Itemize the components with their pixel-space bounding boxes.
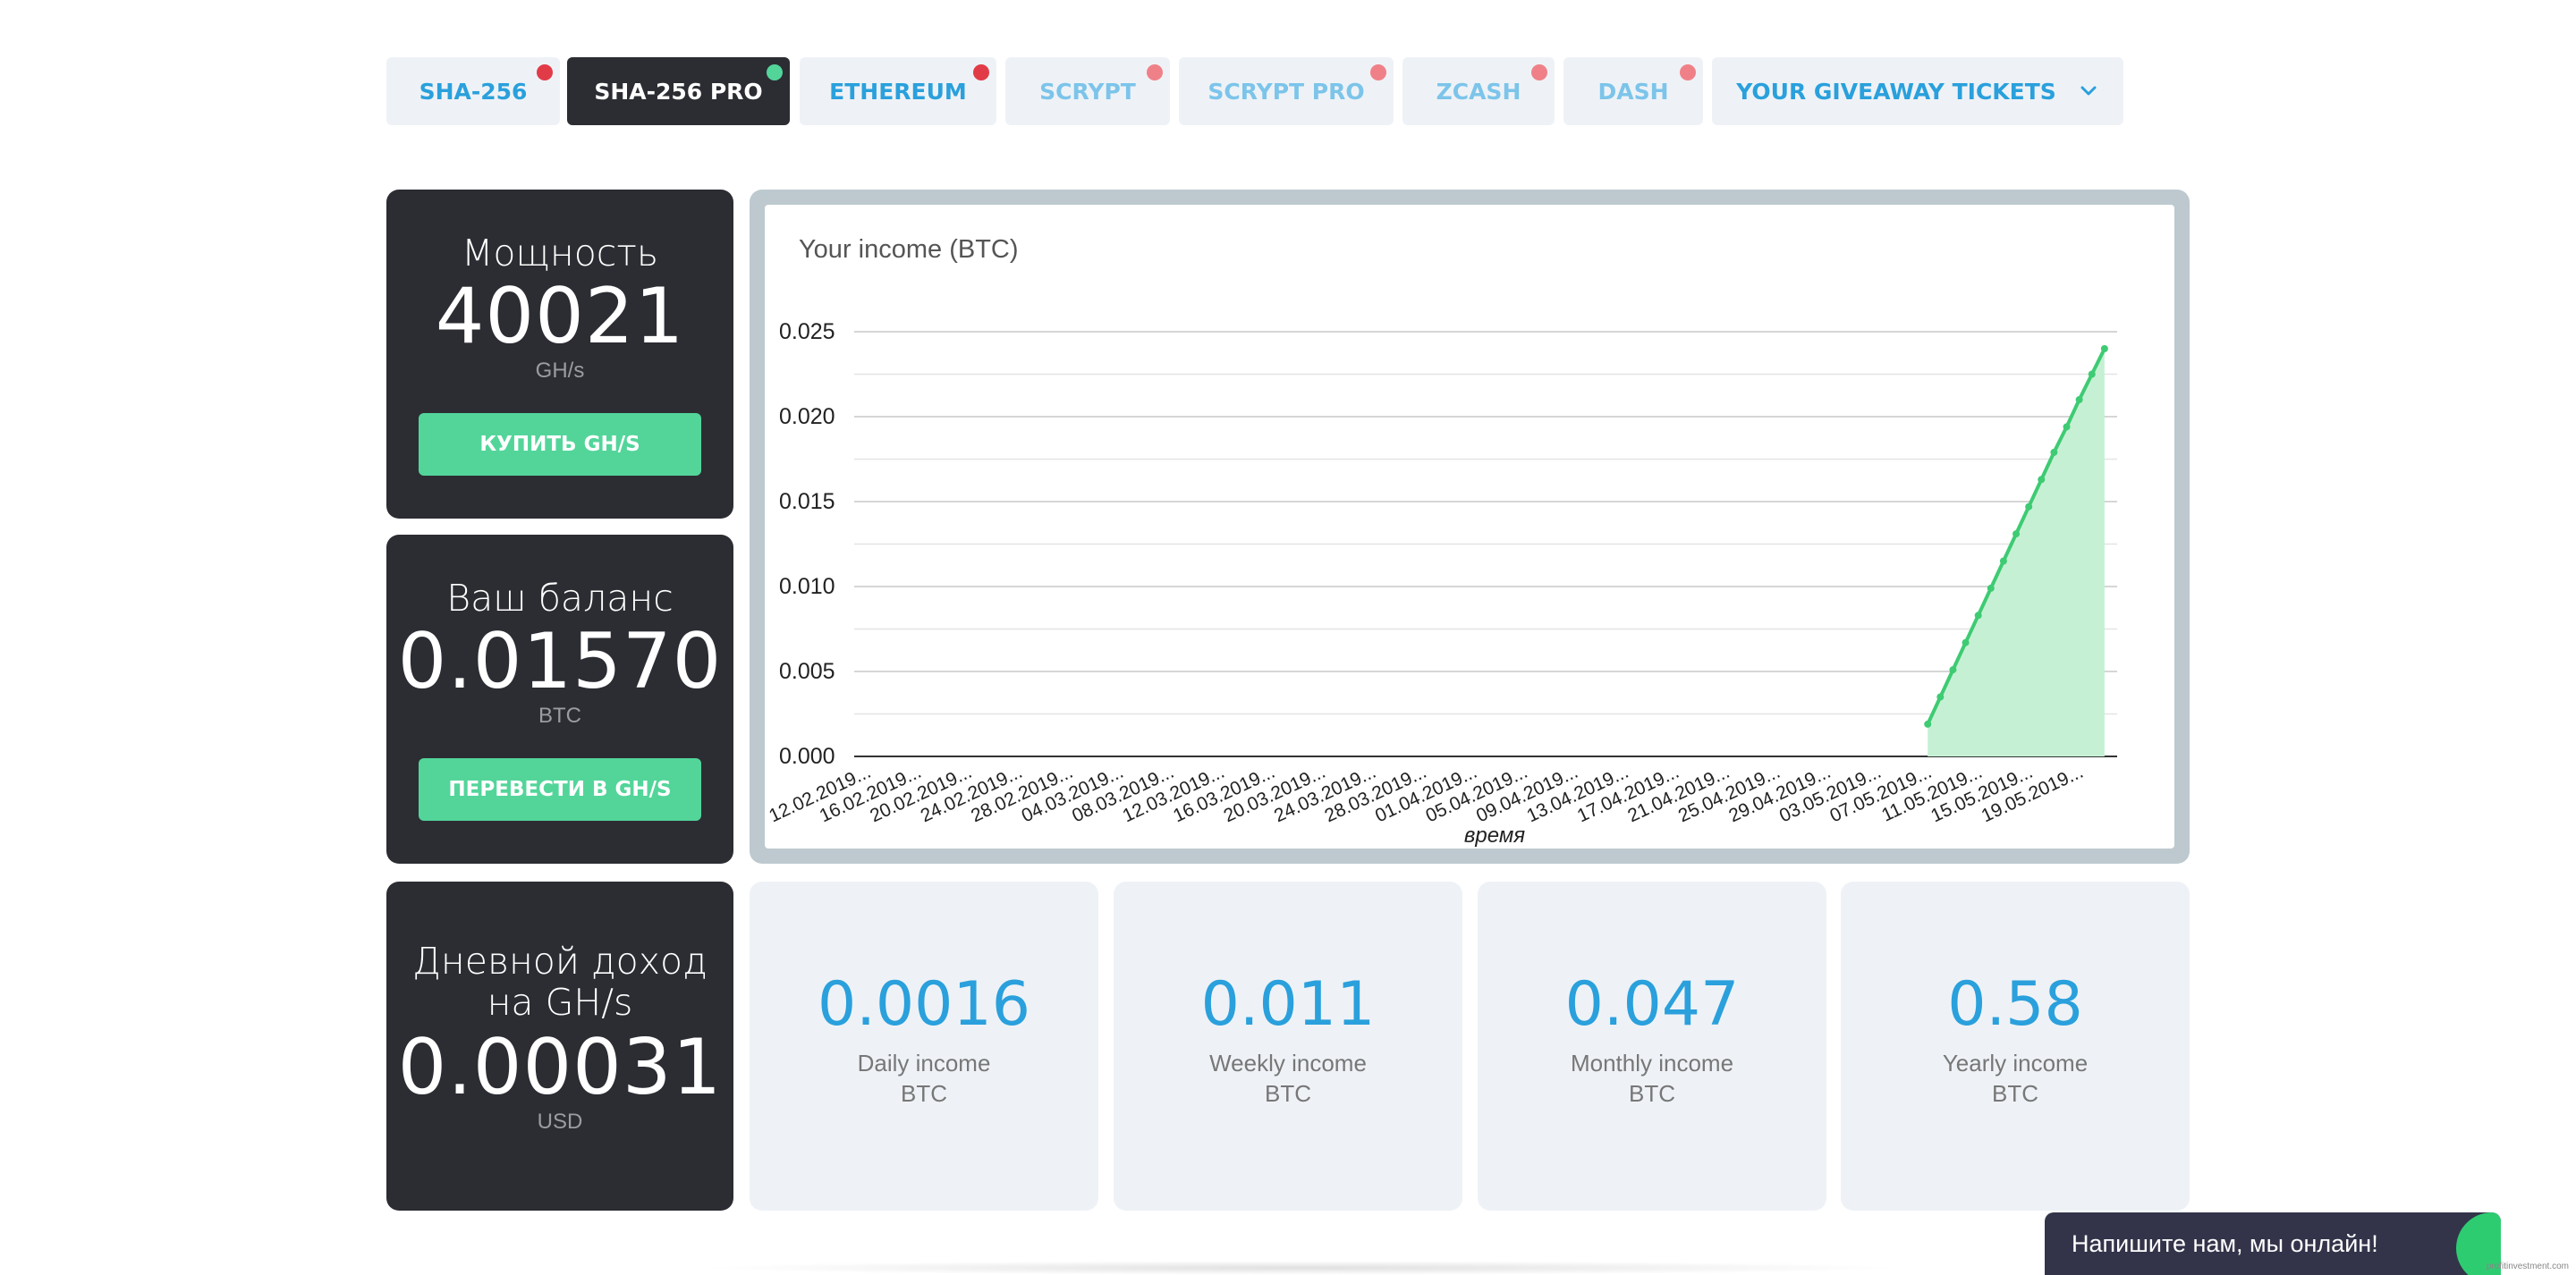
balance-card: Ваш баланс 0.01570 BTC ПЕРЕВЕСТИ В GH/S	[386, 535, 733, 864]
tab-label: ETHEREUM	[829, 78, 967, 105]
monthly-income-unit: BTC	[1629, 1080, 1675, 1107]
weekly-income-value: 0.011	[1200, 969, 1376, 1040]
tab-label: ZCASH	[1436, 78, 1521, 105]
status-dot-icon	[1147, 64, 1163, 80]
tab-ethereum[interactable]: ETHEREUM	[800, 57, 996, 125]
data-point	[1924, 720, 1932, 728]
data-point	[2050, 448, 2058, 456]
data-point	[1949, 666, 1957, 674]
daily-income-card: 0.0016 Daily income BTC	[750, 882, 1098, 1211]
watermark: profitinvestment.com	[2486, 1262, 2569, 1271]
tab-label: YOUR GIVEAWAY TICKETS	[1736, 78, 2056, 105]
chat-prompt-text: Напишите нам, мы онлайн!	[2072, 1229, 2378, 1257]
daily-income-label: Daily income	[857, 1050, 991, 1077]
data-point	[2063, 423, 2071, 431]
yearly-income-card: 0.58 Yearly income BTC	[1841, 882, 2190, 1211]
status-dot-icon	[1531, 64, 1547, 80]
data-point	[1974, 612, 1982, 620]
daily-income-value: 0.0016	[818, 969, 1030, 1040]
monthly-income-label: Monthly income	[1570, 1050, 1734, 1077]
status-dot-icon	[767, 64, 783, 80]
data-point	[2038, 476, 2046, 484]
yearly-income-label: Yearly income	[1942, 1050, 2089, 1077]
tab-label: SHA-256 PRO	[594, 78, 763, 105]
balance-unit: BTC	[538, 704, 581, 728]
y-tick-label: 0.005	[779, 659, 835, 684]
daily-income-per-ghs-card: Дневной доход на GH/s 0.00031 USD	[386, 882, 733, 1211]
tab-scrypt-pro[interactable]: SCRYPT PRO	[1179, 57, 1394, 125]
buy-ghs-button[interactable]: КУПИТЬ GH/S	[419, 413, 701, 476]
income-chart-frame: Your income (BTC) 0.000 0.005 0.010 0.015 0.…	[750, 190, 2190, 864]
daily-per-ghs-label-line2: на GH/s	[487, 981, 633, 1024]
data-point	[1962, 638, 1970, 646]
weekly-income-label: Weekly income	[1209, 1050, 1367, 1077]
power-card: Мощность 40021 GH/s КУПИТЬ GH/S	[386, 190, 733, 519]
status-dot-icon	[1680, 64, 1696, 80]
data-point	[2100, 345, 2108, 352]
tab-label: DASH	[1597, 78, 1669, 105]
daily-per-ghs-value: 0.00031	[397, 1023, 723, 1112]
power-value: 40021	[435, 272, 685, 361]
daily-per-ghs-unit: USD	[537, 1110, 583, 1134]
yearly-income-value: 0.58	[1947, 969, 2083, 1040]
data-point	[1987, 584, 1995, 592]
transfer-to-ghs-button[interactable]: ПЕРЕВЕСТИ В GH/S	[419, 758, 701, 821]
monthly-income-card: 0.047 Monthly income BTC	[1478, 882, 1826, 1211]
chevron-down-icon	[2080, 86, 2097, 96]
tab-giveaway-tickets-dropdown[interactable]: YOUR GIVEAWAY TICKETS	[1712, 57, 2123, 125]
y-tick-label: 0.015	[779, 489, 835, 514]
balance-label: Ваш баланс	[446, 577, 674, 620]
data-point	[2088, 370, 2096, 378]
daily-income-unit: BTC	[901, 1080, 947, 1107]
tab-scrypt[interactable]: SCRYPT	[1005, 57, 1170, 125]
status-dot-icon	[1370, 64, 1386, 80]
x-axis-label: время	[1464, 823, 1525, 848]
tab-label: SHA-256	[419, 78, 528, 105]
data-point	[2025, 502, 2033, 511]
tab-label: SCRYPT PRO	[1208, 78, 1365, 105]
y-tick-label: 0.000	[779, 744, 835, 769]
income-chart-svg: 0.0000.0050.0100.0150.0200.02512.02.2019…	[766, 319, 2117, 848]
weekly-income-unit: BTC	[1265, 1080, 1311, 1107]
footer-shadow	[698, 1261, 1905, 1275]
tab-sha-256-pro[interactable]: SHA-256 PRO	[567, 57, 790, 125]
data-point	[2012, 530, 2021, 538]
y-tick-label: 0.020	[779, 404, 835, 429]
monthly-income-value: 0.047	[1564, 969, 1740, 1040]
income-chart: Your income (BTC) 0.000 0.005 0.010 0.015 0.…	[765, 205, 2174, 849]
tab-zcash[interactable]: ZCASH	[1402, 57, 1555, 125]
yearly-income-unit: BTC	[1992, 1080, 2038, 1107]
series-area	[1928, 349, 2105, 756]
y-tick-label: 0.010	[779, 574, 835, 599]
data-point	[1936, 693, 1945, 701]
power-unit: GH/s	[535, 359, 585, 383]
status-dot-icon	[973, 64, 989, 80]
tab-dash[interactable]: DASH	[1563, 57, 1703, 125]
tab-label: SCRYPT	[1039, 78, 1136, 105]
y-tick-label: 0.025	[779, 319, 835, 344]
tab-sha-256[interactable]: SHA-256	[386, 57, 560, 125]
daily-per-ghs-label-line1: Дневной доход	[412, 940, 708, 983]
data-point	[1999, 557, 2007, 565]
balance-value: 0.01570	[397, 617, 723, 706]
status-dot-icon	[537, 64, 553, 80]
power-label: Мощность	[461, 232, 658, 274]
weekly-income-card: 0.011 Weekly income BTC	[1114, 882, 1462, 1211]
live-chat-widget[interactable]: Напишите нам, мы онлайн!	[2045, 1212, 2501, 1275]
data-point	[2075, 396, 2083, 403]
